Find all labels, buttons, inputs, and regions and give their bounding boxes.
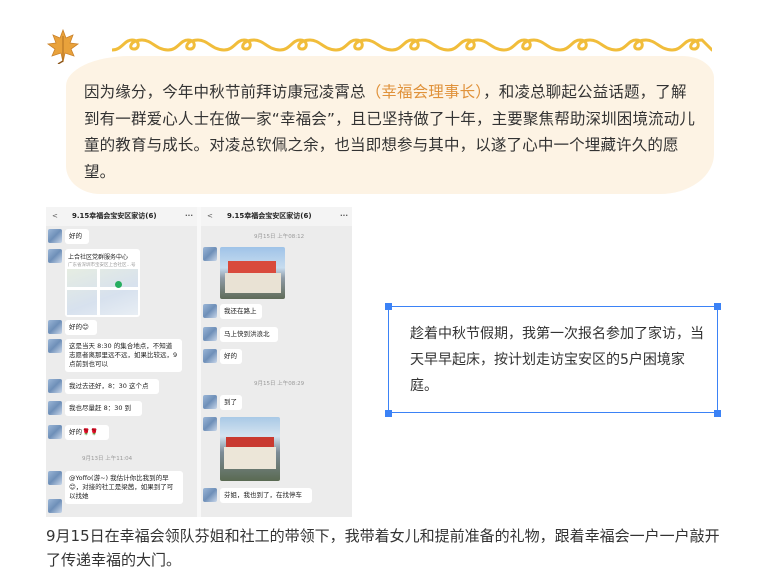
timestamp: 9月13日 上午11:04 [82,456,133,462]
chat-pane-right: < 9.15幸福会宝安区家访(6) ··· 9月15日 上午08:12 我还在路… [201,207,352,517]
photo-caption: 9月15日在幸福会领队芬姐和社工的带领下，我带着女儿和提前准备的礼物，跟着幸福会… [46,527,720,569]
chat-message: 马上快到洪浪北 [220,327,278,342]
decorative-squiggle-line [112,38,712,52]
avatar [48,499,62,513]
avatar [48,229,62,243]
intro-paragraph: 因为缘分，今年中秋节前拜访康冠凌霄总（幸福会理事长），和凌总聊起公益话题，了解到… [84,79,702,185]
timestamp: 9月15日 上午08:29 [254,381,305,387]
intro-highlight-role: （幸福会理事长） [365,83,484,101]
back-icon[interactable]: < [52,207,58,226]
avatar [48,339,62,353]
chat-message: 我还在路上 [220,304,262,319]
chat-message: 我过去还好，8：30 这个点 [65,379,159,394]
resize-handle-bottom-left[interactable] [385,410,392,417]
chat-message: 芬姐，我也到了，在找停车 [220,488,312,503]
avatar [48,401,62,415]
avatar [203,488,217,502]
map-thumbnail [67,269,138,315]
intro-text-1: 因为缘分，今年中秋节前拜访康冠凌霄总 [84,83,366,101]
photo-message[interactable] [220,417,280,481]
location-address: 广东省深圳市宝安区上合社区…号 [68,263,136,268]
more-icon[interactable]: ··· [185,207,193,226]
avatar [48,320,62,334]
map-pin-icon [115,281,122,288]
resize-handle-bottom-right[interactable] [714,410,721,417]
callout-text: 趁着中秋节假期，我第一次报名参加了家访，当天早早起床，按计划走访宝安区的5户困境… [410,326,704,394]
avatar [48,249,62,263]
avatar [48,471,62,485]
avatar [203,247,217,261]
avatar [203,327,217,341]
chat-title: 9.15幸福会宝安区家访(6) [227,212,312,220]
avatar [203,417,217,431]
chat-message: 好的 [220,349,242,364]
avatar [48,425,62,439]
chat-message: 我也尽量赶 8：30 到 [65,401,142,416]
location-card[interactable]: 上合社区党群服务中心 广东省深圳市宝安区上合社区…号 [65,249,140,317]
back-icon[interactable]: < [207,207,213,226]
timestamp: 9月15日 上午08:12 [254,234,305,240]
chat-message: 到了 [220,395,242,410]
avatar [48,379,62,393]
chat-message: 好的🌹🌹 [65,425,109,440]
photo-message[interactable] [220,247,285,299]
maple-leaf-icon [46,28,80,64]
location-title: 上合社区党群服务中心 [68,254,129,261]
chat-header: < 9.15幸福会宝安区家访(6) ··· [201,207,352,226]
chat-pane-left: < 9.15幸福会宝安区家访(6) ··· 好的 上合社区党群服务中心 广东省深… [46,207,197,517]
chat-message: 这是当天 8:30 的集合地点，不知道志愿者离那里远不远，如果比较远，9点前到也… [65,339,182,372]
avatar [203,349,217,363]
chat-message: 好的😊 [65,320,97,335]
avatar [203,395,217,409]
avatar [203,304,217,318]
resize-handle-top-left[interactable] [385,303,392,310]
chat-message: 好的 [65,229,89,244]
chat-title: 9.15幸福会宝安区家访(6) [72,212,157,220]
chat-message: @Yoffo(游~) 我估计你比我到的早😊，对接的社工是梁茜，如果到了可以找她 [65,471,183,504]
more-icon[interactable]: ··· [340,207,348,226]
chat-header: < 9.15幸福会宝安区家访(6) ··· [46,207,197,226]
resize-handle-top-right[interactable] [714,303,721,310]
chat-screenshot: < 9.15幸福会宝安区家访(6) ··· 好的 上合社区党群服务中心 广东省深… [46,207,352,517]
